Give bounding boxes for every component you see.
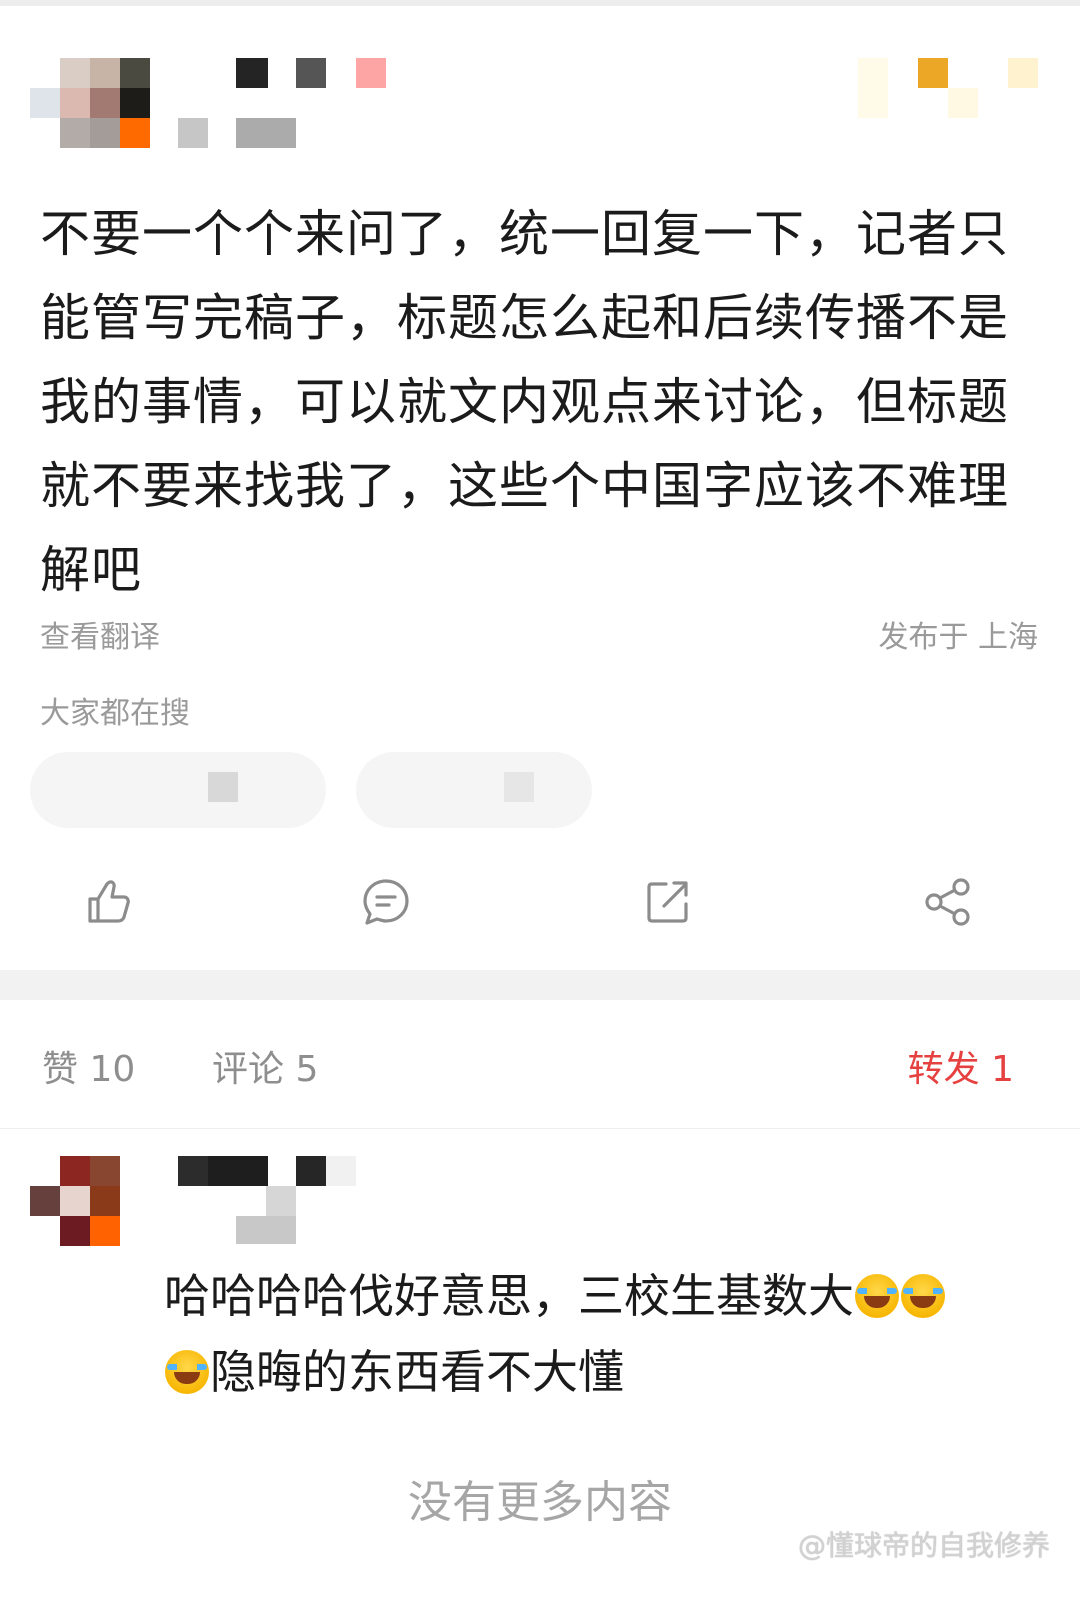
post-author-name[interactable]	[236, 58, 396, 90]
laughing-tears-emoji-icon	[855, 1274, 899, 1318]
trending-search-chip[interactable]	[30, 752, 326, 828]
comment-bubble-icon	[363, 879, 409, 925]
reposts-tab[interactable]: 转发 1	[908, 1040, 1014, 1092]
view-translation-link[interactable]: 查看翻译	[40, 612, 160, 656]
laughing-tears-emoji-icon	[901, 1274, 945, 1318]
like-button[interactable]	[80, 874, 136, 930]
comments-tab[interactable]: 评论 5	[212, 1040, 318, 1092]
comment-line-2: 隐晦的东西看不大懂	[210, 1345, 624, 1399]
post-location: 发布于 上海	[878, 620, 1038, 655]
top-divider	[0, 0, 1080, 6]
share-button[interactable]	[920, 874, 976, 930]
trending-search-chip[interactable]	[356, 752, 592, 828]
section-divider	[0, 970, 1080, 1000]
commenter-name[interactable]	[178, 1156, 358, 1246]
laughing-tears-emoji-icon	[165, 1350, 209, 1394]
thumbs-up-icon	[88, 880, 130, 923]
likes-tab[interactable]: 赞 10	[42, 1040, 135, 1092]
post-meta	[178, 118, 298, 148]
no-more-content-label: 没有更多内容	[408, 1477, 672, 1528]
trending-search-heading: 大家都在搜	[40, 696, 190, 731]
user-badge	[858, 58, 1048, 118]
share-nodes-icon	[925, 878, 970, 926]
stats-divider	[0, 1128, 1080, 1129]
post-body-text: 不要一个个来问了，统一回复一下，记者只能管写完稿子，标题怎么起和后续传播不是我的…	[40, 205, 1009, 599]
commenter-avatar[interactable]	[30, 1156, 120, 1246]
comment-line-1: 哈哈哈哈伐好意思，三校生基数大	[164, 1269, 854, 1323]
comment-button[interactable]	[358, 874, 414, 930]
comment-body-text: 哈哈哈哈伐好意思，三校生基数大 隐晦的东西看不大懂	[164, 1258, 1044, 1410]
external-share-icon	[647, 881, 688, 923]
post-author-avatar[interactable]	[30, 58, 150, 148]
weibo-watermark: @懂球帝的自我修养	[797, 1529, 1050, 1562]
repost-button[interactable]	[640, 874, 696, 930]
